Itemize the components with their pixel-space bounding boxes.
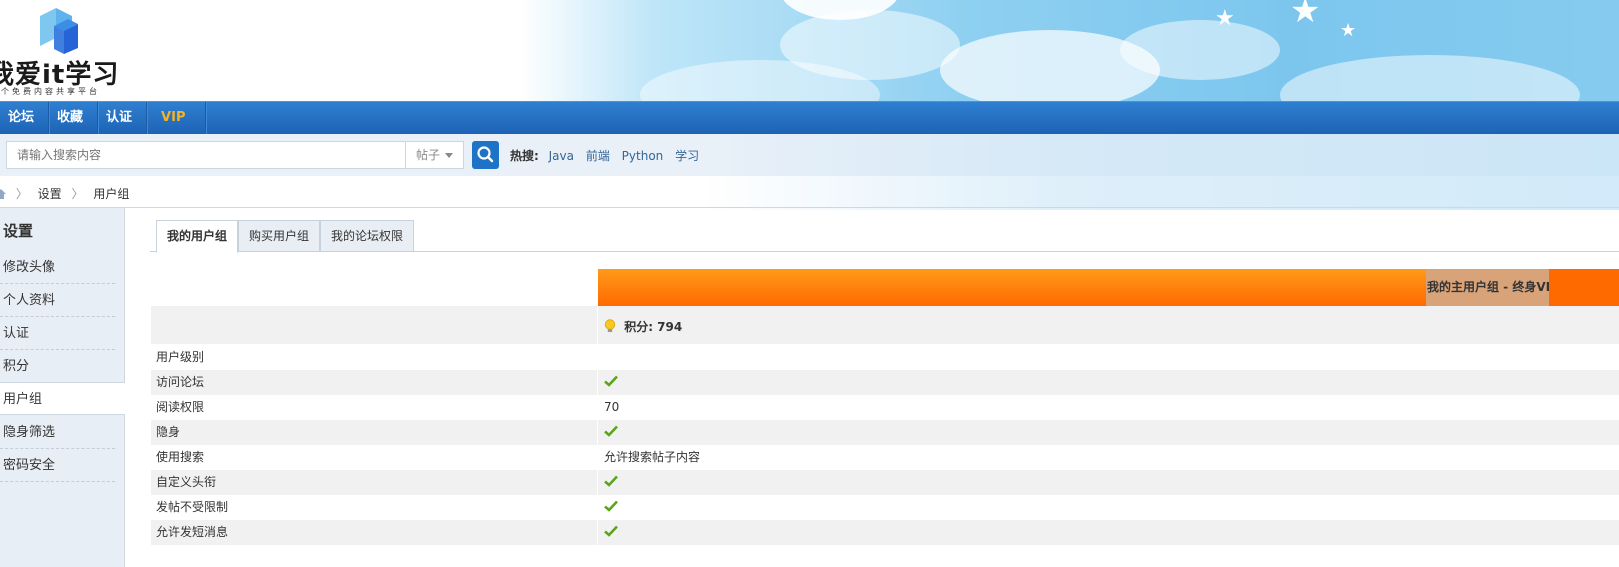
table-row: 阅读权限 70	[151, 395, 1619, 420]
header-sky-banner: ★ ★ ★	[520, 0, 1619, 101]
tab-buy-usergroup[interactable]: 购买用户组	[238, 220, 321, 252]
row-value	[604, 495, 618, 520]
hot-keyword-python[interactable]: Python	[622, 149, 664, 163]
search-input[interactable]	[6, 141, 406, 169]
hot-keyword-study[interactable]: 学习	[675, 149, 699, 163]
row-key: 自定义头衔	[156, 475, 217, 489]
main-group-label: 我的主用户组 - 终身VIP	[1426, 269, 1559, 306]
hot-search-label: 热搜:	[510, 149, 539, 163]
logo-subtitle: 一个免费内容共享平台	[0, 87, 100, 96]
sidebar-item-avatar[interactable]: 修改头像	[0, 251, 115, 284]
nav-item-vip[interactable]: VIP	[147, 102, 207, 134]
search-type-label: 帖子	[416, 148, 441, 162]
row-key: 使用搜索	[156, 450, 205, 464]
row-value	[604, 470, 618, 495]
row-key: 发帖不受限制	[156, 500, 229, 514]
row-value	[604, 520, 618, 545]
nav-item-forum[interactable]: 论坛	[0, 102, 50, 134]
breadcrumb-settings[interactable]: 设置	[38, 187, 62, 201]
points-value: 积分: 794	[604, 318, 682, 335]
logo-cube-icon	[40, 8, 78, 54]
sidebar-item-verify[interactable]: 认证	[0, 317, 115, 350]
usergroup-tabs: 我的用户组 购买用户组 我的论坛权限	[150, 220, 1619, 253]
sidebar-item-privacy[interactable]: 隐身筛选	[0, 416, 115, 449]
settings-sidebar: 设置 修改头像 个人资料 认证 积分 用户组 隐身筛选 密码安全	[0, 208, 125, 567]
row-key: 隐身	[156, 425, 181, 439]
table-row: 用户级别	[151, 345, 1619, 370]
row-value	[604, 420, 618, 445]
nav-item-favorites[interactable]: 收藏	[49, 102, 99, 134]
check-icon	[604, 375, 618, 387]
check-icon	[604, 475, 618, 487]
sidebar-title: 设置	[3, 222, 34, 240]
hot-keyword-frontend[interactable]: 前端	[586, 149, 610, 163]
table-row: 自定义头衔	[151, 470, 1619, 495]
check-icon	[604, 425, 618, 437]
nav-item-verify[interactable]: 认证	[98, 102, 148, 134]
hot-keyword-java[interactable]: Java	[549, 149, 574, 163]
sidebar-item-usergroup[interactable]: 用户组	[0, 382, 125, 415]
tab-forum-permissions[interactable]: 我的论坛权限	[320, 220, 415, 252]
check-icon	[604, 500, 618, 512]
hot-search: 热搜: Java 前端 Python 学习	[510, 147, 707, 164]
points-label: 积分: 794	[624, 320, 683, 334]
points-row: 积分: 794	[151, 306, 1619, 344]
site-logo[interactable]: 我爱it学习 一个免费内容共享平台	[0, 2, 132, 100]
sidebar-item-profile[interactable]: 个人资料	[0, 284, 115, 317]
tab-my-usergroup[interactable]: 我的用户组	[156, 220, 239, 253]
row-value: 允许搜索帖子内容	[604, 450, 701, 464]
star-icon: ★	[1215, 6, 1235, 31]
home-icon[interactable]	[0, 189, 6, 199]
search-icon	[477, 146, 494, 163]
table-row: 使用搜索 允许搜索帖子内容	[151, 445, 1619, 470]
chevron-right-icon: 〉	[71, 187, 84, 201]
breadcrumb: 〉 设置 〉 用户组	[0, 185, 129, 202]
chevron-right-icon: 〉	[15, 187, 28, 201]
check-icon	[604, 525, 618, 537]
row-key: 用户级别	[156, 350, 205, 364]
main-nav: 论坛 收藏 认证 VIP	[0, 101, 1619, 134]
star-icon: ★	[1340, 20, 1357, 41]
search-type-select[interactable]: 帖子	[405, 141, 464, 169]
row-key: 阅读权限	[156, 400, 205, 414]
breadcrumb-bar: 〉 设置 〉 用户组	[0, 176, 1619, 208]
row-key: 访问论坛	[156, 375, 205, 389]
lightbulb-icon	[604, 319, 616, 332]
row-key: 允许发短消息	[156, 525, 229, 539]
table-row: 隐身	[151, 420, 1619, 445]
breadcrumb-usergroup[interactable]: 用户组	[93, 187, 129, 201]
chevron-down-icon	[445, 153, 453, 158]
site-header: ★ ★ ★ 我爱it学习 一个免费内容共享平台	[0, 0, 1619, 101]
table-row: 发帖不受限制	[151, 495, 1619, 520]
star-icon: ★	[1290, 0, 1321, 31]
sidebar-item-password[interactable]: 密码安全	[0, 449, 115, 482]
search-button[interactable]	[472, 141, 499, 169]
row-value	[604, 370, 618, 395]
table-row: 访问论坛	[151, 370, 1619, 395]
sidebar-item-points[interactable]: 积分	[0, 350, 115, 383]
search-bar: 帖子 热搜: Java 前端 Python 学习	[0, 134, 1619, 210]
table-row: 允许发短消息	[151, 520, 1619, 545]
row-value: 70	[604, 400, 620, 414]
